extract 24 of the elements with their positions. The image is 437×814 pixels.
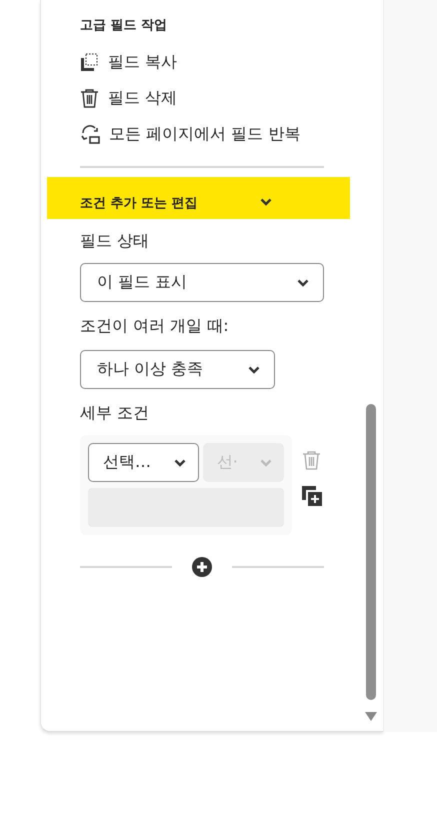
action-item[interactable]: 모든 페이지에서 필드 반복: [80, 116, 363, 152]
chevron-down-icon: [260, 458, 272, 466]
scrollbar-thumb[interactable]: [366, 404, 376, 700]
chevron-down-icon: [260, 198, 272, 206]
chevron-down-icon: [248, 366, 260, 374]
dropdown[interactable]: 선택…: [88, 443, 199, 482]
dropdown[interactable]: 하나 이상 충족: [80, 350, 275, 389]
scroll-down-icon[interactable]: [365, 712, 377, 721]
dropdown[interactable]: 이 필드 표시: [80, 263, 324, 302]
section-title: 고급 필드 작업: [80, 17, 168, 35]
chevron-down-icon: [297, 278, 309, 286]
field-label: 세부 조건: [80, 403, 150, 424]
action-item[interactable]: 필드 복사: [80, 44, 363, 80]
chevron-down-icon: [174, 458, 186, 466]
add-icon[interactable]: [192, 557, 212, 577]
action-item[interactable]: 필드 삭제: [80, 80, 363, 116]
trash-icon: [80, 88, 99, 108]
copy-icon: [80, 52, 99, 72]
field-label: 조건이 여러 개일 때:: [80, 316, 230, 337]
repeat-icon: [80, 124, 100, 144]
duplicate-icon[interactable]: [302, 486, 322, 506]
condition-header[interactable]: 조건 추가 또는 편집: [47, 177, 350, 219]
field-label: 필드 상태: [80, 231, 150, 252]
trash-icon[interactable]: [302, 450, 321, 470]
